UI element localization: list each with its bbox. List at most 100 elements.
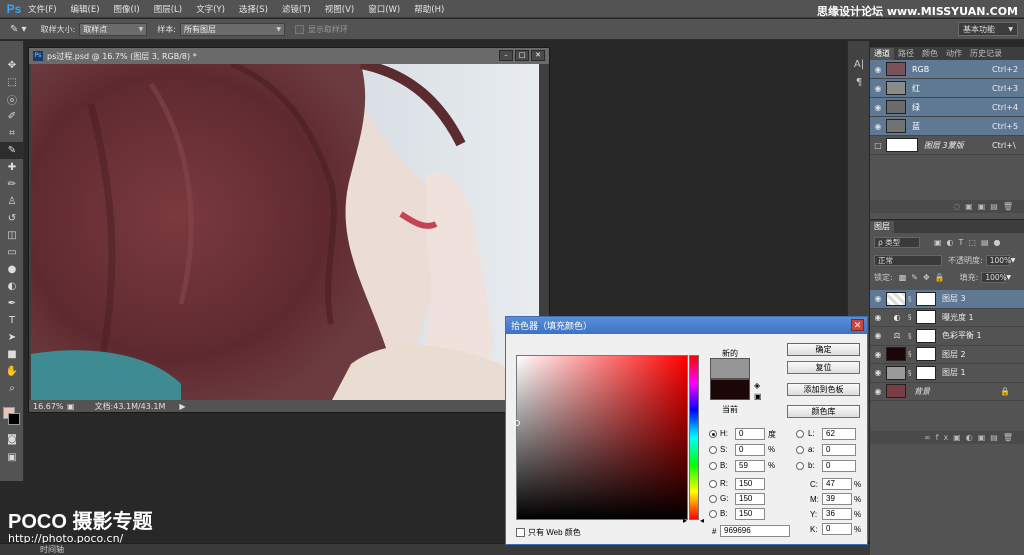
marquee-tool-icon[interactable]: ⬚ (0, 74, 24, 91)
quick-mask-icon[interactable]: ◙ (0, 431, 24, 448)
layer-mask[interactable] (916, 291, 936, 306)
radio-l[interactable] (796, 430, 804, 438)
blur-tool-icon[interactable]: ● (0, 261, 24, 278)
eye-icon[interactable]: ◉ (870, 65, 886, 74)
path-select-icon[interactable]: ➤ (0, 329, 24, 346)
gamut-warning-icon[interactable]: ◈ (754, 381, 760, 390)
color-field[interactable] (516, 355, 688, 520)
close-icon[interactable]: ✕ (531, 50, 545, 61)
add-to-swatches-button[interactable]: 添加到色板 (787, 383, 860, 396)
input-a[interactable]: 0 (822, 444, 856, 456)
radio-h[interactable] (709, 430, 717, 438)
layer-row[interactable]: ◉ § 图层 1 (870, 364, 1024, 383)
eye-icon[interactable]: ◉ (870, 84, 886, 93)
character-icon[interactable]: A| (848, 55, 870, 73)
eye-icon[interactable]: ◉ (870, 103, 886, 112)
status-arrow-icon[interactable]: ▶ (179, 402, 185, 411)
hue-slider[interactable] (689, 355, 699, 520)
layer-actions-icons[interactable]: ∞fx▣◐▣▤🗑 (924, 433, 1018, 442)
input-l[interactable]: 62 (822, 428, 856, 440)
eye-icon[interactable]: ◉ (870, 122, 886, 131)
type-tool-icon[interactable]: T (0, 312, 24, 329)
eye-icon[interactable]: ◉ (870, 350, 886, 359)
gradient-tool-icon[interactable]: ▭ (0, 244, 24, 261)
tab-color[interactable]: 颜色 (918, 48, 942, 60)
radio-s[interactable] (709, 446, 717, 454)
status-info-icon[interactable]: ▣ (67, 402, 75, 411)
document-tab[interactable]: Ps ps过程.psd @ 16.7% (图层 3, RGB/8) * – □ … (29, 48, 549, 64)
layer-mask[interactable] (916, 347, 936, 362)
pen-tool-icon[interactable]: ✒ (0, 295, 24, 312)
reset-button[interactable]: 复位 (787, 361, 860, 374)
ok-button[interactable]: 确定 (787, 343, 860, 356)
radio-g[interactable] (709, 495, 717, 503)
zoom-tool-icon[interactable]: ⌕ (0, 380, 24, 397)
tab-channels[interactable]: 通道 (870, 48, 894, 60)
chevron-down-icon[interactable]: ▼ (1006, 274, 1011, 281)
chevron-down-icon[interactable]: ▼ (1011, 257, 1016, 264)
radio-b[interactable] (709, 462, 717, 470)
layer-row[interactable]: ◉ 背景 🔒 (870, 383, 1024, 401)
quick-select-tool-icon[interactable]: ✐ (0, 108, 24, 125)
radio-r[interactable] (709, 480, 717, 488)
radio-a[interactable] (796, 446, 804, 454)
layer-row[interactable]: ◉ § 图层 3 (870, 290, 1024, 309)
lock-icons[interactable]: ▩✎✥🔒 (899, 273, 950, 282)
stamp-tool-icon[interactable]: ♙ (0, 193, 24, 210)
layer-kind-select[interactable]: ρ 类型 (874, 236, 920, 248)
history-brush-icon[interactable]: ↺ (0, 210, 24, 227)
layer-mask[interactable] (916, 310, 936, 325)
brush-tool-icon[interactable]: ✏ (0, 176, 24, 193)
input-k[interactable]: 0 (822, 523, 852, 535)
menu-layer[interactable]: 图层(L) (154, 3, 182, 15)
menu-view[interactable]: 视图(V) (325, 3, 354, 15)
channel-row[interactable]: ◉ 蓝 Ctrl+5 (870, 117, 1024, 136)
input-b[interactable]: 59 (735, 460, 765, 472)
dialog-title-bar[interactable]: 拾色器（填充颜色） ✕ (506, 317, 867, 334)
eye-toggle-empty[interactable]: □ (870, 141, 886, 150)
input-y[interactable]: 36 (822, 508, 852, 520)
menu-type[interactable]: 文字(Y) (196, 3, 225, 15)
layer-mask[interactable] (916, 328, 936, 343)
layer-row[interactable]: ◉ § 图层 2 (870, 346, 1024, 364)
eye-icon[interactable]: ◉ (870, 294, 886, 303)
layer-row[interactable]: ◉ ⚖ § 色彩平衡 1 (870, 327, 1024, 346)
web-only-checkbox[interactable] (516, 528, 525, 537)
blend-mode-select[interactable]: 正常 (874, 254, 942, 266)
filter-icons[interactable]: ▣◐T⬚▤● (934, 238, 1006, 247)
eye-icon[interactable]: ◉ (870, 387, 886, 396)
menu-select[interactable]: 选择(S) (239, 3, 268, 15)
input-c[interactable]: 47 (822, 478, 852, 490)
hand-tool-icon[interactable]: ✋ (0, 363, 24, 380)
tab-actions[interactable]: 动作 (942, 48, 966, 60)
screen-mode-icon[interactable]: ▣ (0, 449, 24, 466)
sample-select[interactable]: 所有图层 ▼ (179, 22, 285, 36)
web-safe-icon[interactable]: ▣ (754, 392, 762, 401)
color-libraries-button[interactable]: 颜色库 (787, 405, 860, 418)
input-s[interactable]: 0 (735, 444, 765, 456)
radio-blue[interactable] (709, 510, 717, 518)
menu-image[interactable]: 图像(I) (114, 3, 140, 15)
eyedropper-tool-icon[interactable]: ✎ (0, 142, 24, 159)
input-lab-b[interactable]: 0 (822, 460, 856, 472)
input-blue[interactable]: 150 (735, 508, 765, 520)
background-color-swatch[interactable] (8, 413, 20, 425)
workspace-select[interactable]: 基本功能 ▼ (958, 22, 1018, 36)
menu-edit[interactable]: 编辑(E) (71, 3, 100, 15)
eye-icon[interactable]: ◉ (870, 331, 886, 340)
move-tool-icon[interactable]: ✥ (0, 57, 24, 74)
channel-row[interactable]: ◉ 绿 Ctrl+4 (870, 98, 1024, 117)
opacity-input[interactable]: 100% (985, 254, 1011, 266)
healing-tool-icon[interactable]: ✚ (0, 159, 24, 176)
menu-file[interactable]: 文件(F) (28, 3, 57, 15)
tab-layers[interactable]: 图层 (870, 221, 894, 233)
fill-input[interactable]: 100% (981, 271, 1007, 283)
input-g[interactable]: 150 (735, 493, 765, 505)
menu-filter[interactable]: 滤镜(T) (282, 3, 311, 15)
input-h[interactable]: 0 (735, 428, 765, 440)
layer-row[interactable]: ◉ ◐ § 曝光度 1 (870, 309, 1024, 327)
radio-lab-b[interactable] (796, 462, 804, 470)
channel-row[interactable]: ◉ RGB Ctrl+2 (870, 60, 1024, 79)
layer-mask[interactable] (916, 365, 936, 380)
paragraph-icon[interactable]: ¶ (848, 73, 870, 91)
